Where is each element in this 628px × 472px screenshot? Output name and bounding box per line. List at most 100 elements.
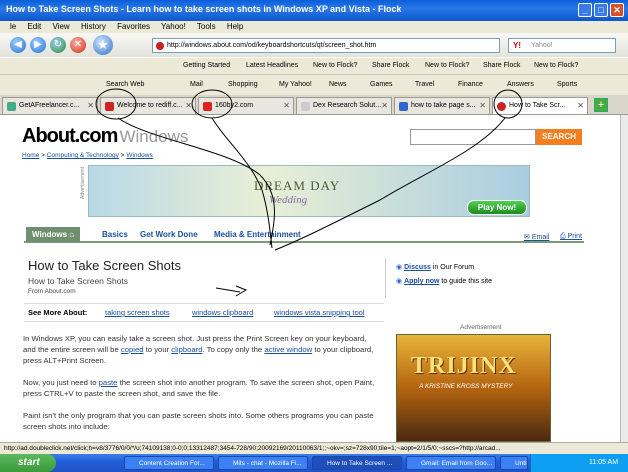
start-button[interactable]: start (0, 454, 56, 472)
ad-label-2: Advertisement (460, 324, 502, 331)
see-more-link-screen-shots[interactable]: taking screen shots (105, 308, 170, 317)
ad-game-title: TRIJINX (411, 353, 517, 379)
clipboard-link[interactable]: clipboard (171, 345, 202, 354)
tab-rediff[interactable]: Welcome to rediff.c... ✕ (100, 97, 196, 114)
about-logo[interactable]: About.com Windows (22, 125, 188, 148)
bullet-icon: ◉ (396, 278, 405, 285)
close-tab-icon[interactable]: ✕ (283, 101, 290, 110)
print-link[interactable]: ⎙ Print (560, 233, 582, 241)
maximize-button[interactable]: □ (594, 3, 608, 17)
bookmark-new-to-flock-1[interactable]: New to Flock? (313, 62, 357, 69)
close-tab-icon[interactable]: ✕ (381, 101, 388, 110)
vertical-scrollbar[interactable] (620, 115, 628, 442)
minimize-button[interactable]: _ (578, 3, 592, 17)
menu-bar: le Edit View History Favorites Yahoo! To… (0, 21, 628, 33)
bookmark-new-to-flock-3[interactable]: New to Flock? (534, 62, 578, 69)
task-content-creation[interactable]: Content Creation For... (124, 456, 214, 470)
yahoo-toolbar: Search Web Mail Shopping My Yahoo! News … (0, 74, 628, 95)
system-tray: 11:05 AM (530, 454, 628, 472)
back-icon[interactable]: ◀ (10, 37, 26, 53)
site-favicon-icon (156, 42, 164, 50)
ad-label: Advertisement (80, 167, 86, 199)
page-content: About.com Windows SEARCH Home > Computing… (0, 115, 620, 442)
tab-how-to-take-screen[interactable]: How to Take Scr... ✕ (492, 97, 588, 114)
envelope-icon: ✉ (524, 234, 532, 241)
tab-windows[interactable]: Windows ⌂ (26, 227, 81, 242)
tab-basics[interactable]: Basics (96, 227, 134, 242)
window-titlebar: How to Take Screen Shots - Learn how to … (0, 0, 628, 21)
page-subtitle: How to Take Screen Shots (28, 276, 129, 286)
close-tab-icon[interactable]: ✕ (185, 101, 192, 110)
toolbar-shopping[interactable]: Shopping (228, 81, 258, 88)
menu-favorites[interactable]: Favorites (117, 22, 150, 31)
close-tab-icon[interactable]: ✕ (479, 101, 486, 110)
bookmark-latest-headlines[interactable]: Latest Headlines (246, 62, 298, 69)
task-mits-chat[interactable]: Mits - chat - Mozilla Fi... (218, 456, 308, 470)
menu-view[interactable]: View (53, 22, 70, 31)
status-text: http://ad.doubleclick.net/click;h=v8/377… (4, 445, 501, 452)
page-source: From About.com (28, 288, 76, 295)
menu-tools[interactable]: Tools (197, 22, 216, 31)
site-search-input[interactable] (410, 129, 536, 145)
bullet-icon: ◉ (396, 264, 405, 271)
toolbar-search-web[interactable]: Search Web (106, 81, 144, 88)
stop-icon[interactable]: ✕ (70, 37, 86, 53)
tab-media-entertainment[interactable]: Media & Entertainment (208, 227, 307, 242)
menu-help[interactable]: Help (227, 22, 243, 31)
breadcrumb-computing[interactable]: Computing & Technology (47, 152, 119, 159)
toolbar-answers[interactable]: Answers (507, 81, 534, 88)
bookmark-getting-started[interactable]: Getting Started (183, 62, 230, 69)
task-gmail[interactable]: Gmail: Email from Goo... (406, 456, 496, 470)
banner-title: DREAM DAY (254, 178, 341, 193)
close-button[interactable]: ✕ (610, 3, 624, 17)
close-tab-icon[interactable]: ✕ (577, 101, 584, 110)
menu-history[interactable]: History (81, 22, 106, 31)
bookmarks-bar: Getting Started Latest Headlines New to … (0, 57, 628, 74)
active-window-link[interactable]: active window (264, 345, 312, 354)
task-untitled-paint[interactable]: Untitled - Paint (500, 456, 528, 470)
menu-file[interactable]: le (10, 22, 16, 31)
paragraph-3: Paint isn't the only program that you ca… (23, 411, 374, 431)
toolbar-games[interactable]: Games (370, 81, 393, 88)
bookmark-share-flock-2[interactable]: Share Flock (483, 62, 520, 69)
toolbar-finance[interactable]: Finance (458, 81, 483, 88)
menu-yahoo[interactable]: Yahoo! (161, 22, 186, 31)
toolbar-news[interactable]: News (329, 81, 347, 88)
bookmark-share-flock-1[interactable]: Share Flock (372, 62, 409, 69)
tab-160by2[interactable]: 160by2.com ✕ (198, 97, 294, 114)
apply-link[interactable]: Apply now (404, 278, 439, 285)
toolbar-travel[interactable]: Travel (415, 81, 434, 88)
home-icon: ⌂ (69, 230, 75, 239)
reload-icon[interactable]: ↻ (50, 37, 66, 53)
copied-link[interactable]: copied (121, 345, 144, 354)
see-more-link-clipboard[interactable]: windows clipboard (192, 308, 253, 317)
breadcrumb-windows[interactable]: Windows (126, 152, 152, 159)
paste-link[interactable]: paste (99, 378, 118, 387)
menu-edit[interactable]: Edit (27, 22, 41, 31)
trijinx-ad[interactable]: TRIJINX A KRISTINE KROSS MYSTERY (396, 334, 551, 442)
forward-icon[interactable]: ▶ (30, 37, 46, 53)
dream-day-banner[interactable]: DREAM DAY Wedding Play Now! (88, 165, 530, 217)
tab-dex-research[interactable]: Dex Research Solut... ✕ (296, 97, 392, 114)
breadcrumb-home[interactable]: Home (22, 152, 39, 159)
toolbar-mail[interactable]: Mail (190, 81, 203, 88)
new-tab-icon[interactable]: + (594, 98, 608, 112)
see-more-link-snipping[interactable]: windows vista snipping tool (274, 308, 364, 317)
search-field[interactable]: Y! Yahoo! (508, 38, 616, 53)
email-link[interactable]: ✉ Email (524, 233, 549, 241)
printer-icon: ⎙ (560, 233, 568, 240)
url-field[interactable]: http://windows.about.com/od/keyboardshor… (152, 38, 500, 53)
close-tab-icon[interactable]: ✕ (87, 101, 94, 110)
toolbar-my-yahoo[interactable]: My Yahoo! (279, 81, 312, 88)
task-how-to-take[interactable]: How to Take Screen ... (312, 456, 402, 470)
bookmark-new-to-flock-2[interactable]: New to Flock? (425, 62, 469, 69)
site-search-button[interactable]: SEARCH (536, 129, 582, 145)
tab-getafreelancer[interactable]: GetAFreelancer.c... ✕ (2, 97, 98, 114)
discuss-link[interactable]: Discuss (404, 264, 431, 271)
navigation-toolbar: ◀ ▶ ↻ ✕ ★ http://windows.about.com/od/ke… (0, 33, 628, 57)
play-now-button[interactable]: Play Now! (467, 200, 527, 215)
tab-get-work-done[interactable]: Get Work Done (134, 227, 204, 242)
star-icon[interactable]: ★ (93, 35, 113, 55)
toolbar-sports[interactable]: Sports (557, 81, 577, 88)
tab-how-to-take-page[interactable]: how to take page s... ✕ (394, 97, 490, 114)
